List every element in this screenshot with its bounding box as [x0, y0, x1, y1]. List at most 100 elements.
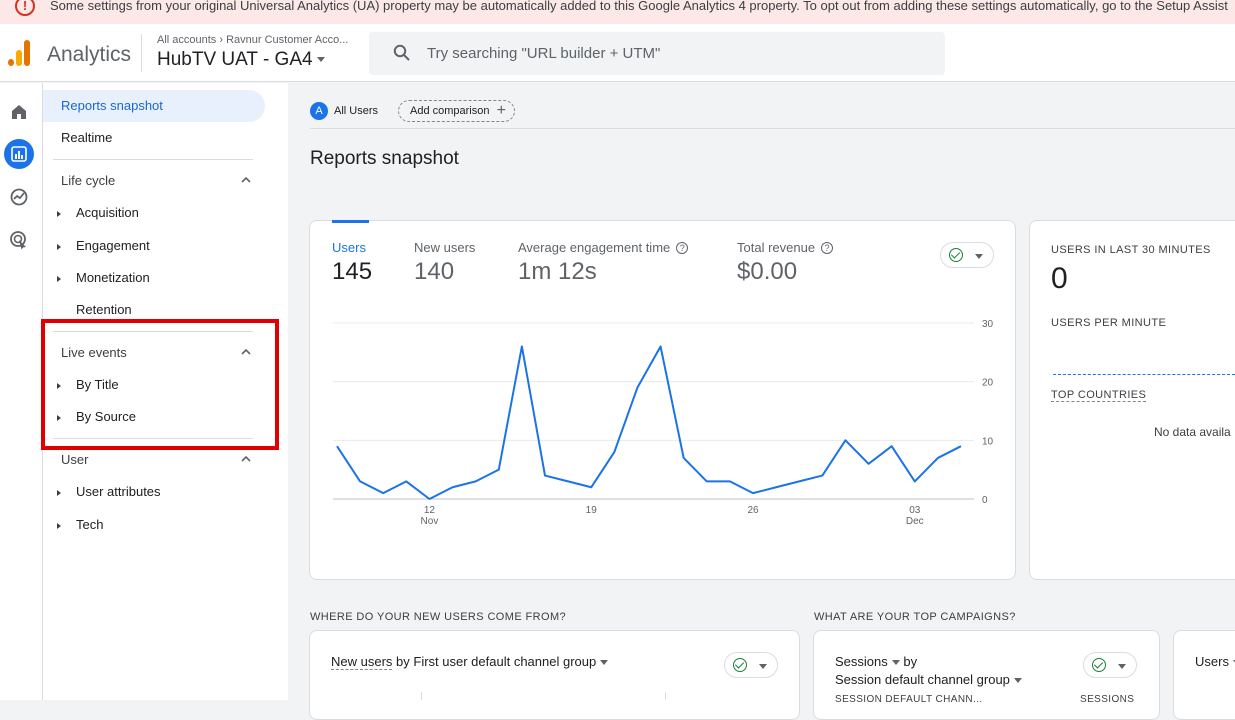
add-comparison-button[interactable]: Add comparison + [398, 100, 515, 122]
nav-divider [53, 159, 253, 160]
users-series-line [336, 345, 962, 500]
session-channel-label: Session default channel group [835, 672, 1010, 687]
nav-user-attributes[interactable]: User attributes [57, 484, 161, 499]
section-user[interactable]: User [61, 452, 88, 467]
data-quality-button[interactable] [940, 242, 994, 268]
data-quality-button[interactable] [1083, 652, 1137, 678]
users-card [1173, 630, 1235, 720]
search-placeholder: Try searching "URL builder + UTM" [427, 45, 661, 62]
chevron-down-icon [759, 664, 767, 669]
metric-engagement-label: Average engagement time [518, 240, 671, 255]
expand-arrow-icon [57, 210, 61, 217]
sessions-label: Sessions [835, 654, 888, 669]
chevron-up-icon[interactable] [240, 455, 252, 463]
reports-icon[interactable] [4, 139, 34, 169]
metric-revenue-value: $0.00 [737, 258, 798, 285]
metric-new-users-value: 140 [414, 258, 455, 285]
selected-tab-indicator [332, 220, 369, 223]
no-data-text: No data availa [1154, 425, 1231, 439]
nav-tech[interactable]: Tech [57, 517, 103, 532]
metric-new-users-label: New users [414, 240, 476, 255]
search-input[interactable]: Try searching "URL builder + UTM" [369, 32, 945, 75]
chevron-down-icon [975, 254, 983, 259]
y-tick-label: 20 [982, 378, 994, 389]
page-title: Reports snapshot [310, 148, 459, 169]
nav-user-attributes-label: User attributes [76, 484, 161, 499]
metric-total-revenue[interactable]: Total revenue? $0.00 [737, 240, 834, 286]
app-name: Analytics [47, 43, 132, 66]
nav-realtime[interactable]: Realtime [43, 122, 265, 154]
nav-retention-label: Retention [76, 302, 132, 317]
y-tick-label: 0 [982, 495, 988, 506]
explore-icon[interactable] [4, 182, 34, 212]
expand-arrow-icon [57, 275, 61, 282]
property-selector[interactable]: HubTV UAT - GA4 [157, 49, 325, 71]
home-icon[interactable] [4, 97, 34, 127]
chart-gridline [421, 692, 422, 700]
realtime-users-count: 0 [1051, 262, 1068, 295]
metric-users[interactable]: Users 145 [332, 240, 372, 286]
users-metric-picker[interactable]: Users [1195, 654, 1235, 669]
metric-engagement-time[interactable]: Average engagement time? 1m 12s [518, 240, 689, 286]
users-line-chart: 0 10 20 30 12Nov 19 26 03Dec [333, 319, 994, 527]
metric-users-label: Users [332, 240, 366, 255]
nav-tech-label: Tech [76, 517, 104, 532]
expand-arrow-icon [57, 243, 61, 250]
x-tick-sublabel: Dec [906, 516, 924, 527]
metric-users-value: 145 [332, 258, 373, 285]
x-tick-sublabel: Nov [421, 516, 439, 527]
segment-chip[interactable]: A All Users [310, 100, 378, 122]
new-users-card [309, 630, 800, 720]
nav-acquisition[interactable]: Acquisition [57, 205, 139, 220]
metric-new-users[interactable]: New users 140 [414, 240, 475, 286]
check-circle-icon [733, 658, 747, 672]
banner-text: Some settings from your original Univers… [50, 0, 1228, 13]
check-circle-icon [949, 248, 963, 262]
chevron-down-icon [1013, 678, 1022, 684]
add-comparison-label: Add comparison [410, 105, 490, 117]
expand-arrow-icon [57, 522, 61, 529]
users-short-label: Users [1195, 654, 1229, 669]
metric-revenue-label: Total revenue [737, 240, 816, 255]
error-icon: ! [15, 0, 35, 16]
new-users-dimension-picker[interactable]: New users by First user default channel … [331, 654, 609, 670]
plus-icon: + [496, 102, 506, 119]
data-quality-button[interactable] [724, 652, 778, 678]
new-users-section-title: WHERE DO YOUR NEW USERS COME FROM? [310, 611, 567, 623]
new-users-by-label: by First user default channel group [396, 654, 597, 669]
search-icon [393, 44, 410, 61]
x-tick-label: 12 [424, 505, 436, 516]
sessions-metric-picker[interactable]: Sessions by [835, 654, 917, 669]
chevron-down-icon [316, 57, 325, 63]
chevron-down-icon [600, 660, 609, 666]
by-label: by [903, 654, 918, 669]
y-tick-label: 30 [982, 319, 994, 330]
nav-monetization-label: Monetization [76, 270, 150, 285]
top-countries-label[interactable]: TOP COUNTRIES [1051, 389, 1147, 402]
nav-reports-snapshot[interactable]: Reports snapshot [43, 90, 265, 122]
chevron-down-icon [1118, 664, 1126, 669]
help-icon[interactable]: ? [676, 242, 689, 254]
account-breadcrumb[interactable]: All accounts › Ravnur Customer Acco... [157, 34, 348, 46]
nav-monetization[interactable]: Monetization [57, 270, 150, 285]
chart-gridline [665, 692, 666, 700]
expand-arrow-icon [57, 489, 61, 496]
realtime-users-label: USERS IN LAST 30 MINUTES [1051, 244, 1211, 256]
nav-retention[interactable]: Retention [57, 302, 132, 317]
section-life-cycle[interactable]: Life cycle [61, 173, 115, 188]
users-per-minute-label: USERS PER MINUTE [1051, 317, 1167, 329]
chevron-up-icon[interactable] [240, 176, 252, 184]
new-users-metric-label[interactable]: New users [331, 654, 393, 670]
property-name: HubTV UAT - GA4 [157, 49, 313, 70]
chevron-down-icon [891, 660, 900, 666]
check-circle-icon [1092, 658, 1106, 672]
nav-engagement[interactable]: Engagement [57, 238, 150, 253]
help-icon[interactable]: ? [821, 242, 834, 254]
x-tick-label: 19 [586, 505, 598, 516]
x-tick-label: 26 [747, 505, 759, 516]
advertising-icon[interactable] [4, 225, 34, 255]
warning-banner: ! Some settings from your original Unive… [0, 0, 1235, 24]
nav-acquisition-label: Acquisition [76, 205, 139, 220]
session-channel-picker[interactable]: Session default channel group [835, 672, 1022, 687]
left-rail [0, 83, 43, 700]
